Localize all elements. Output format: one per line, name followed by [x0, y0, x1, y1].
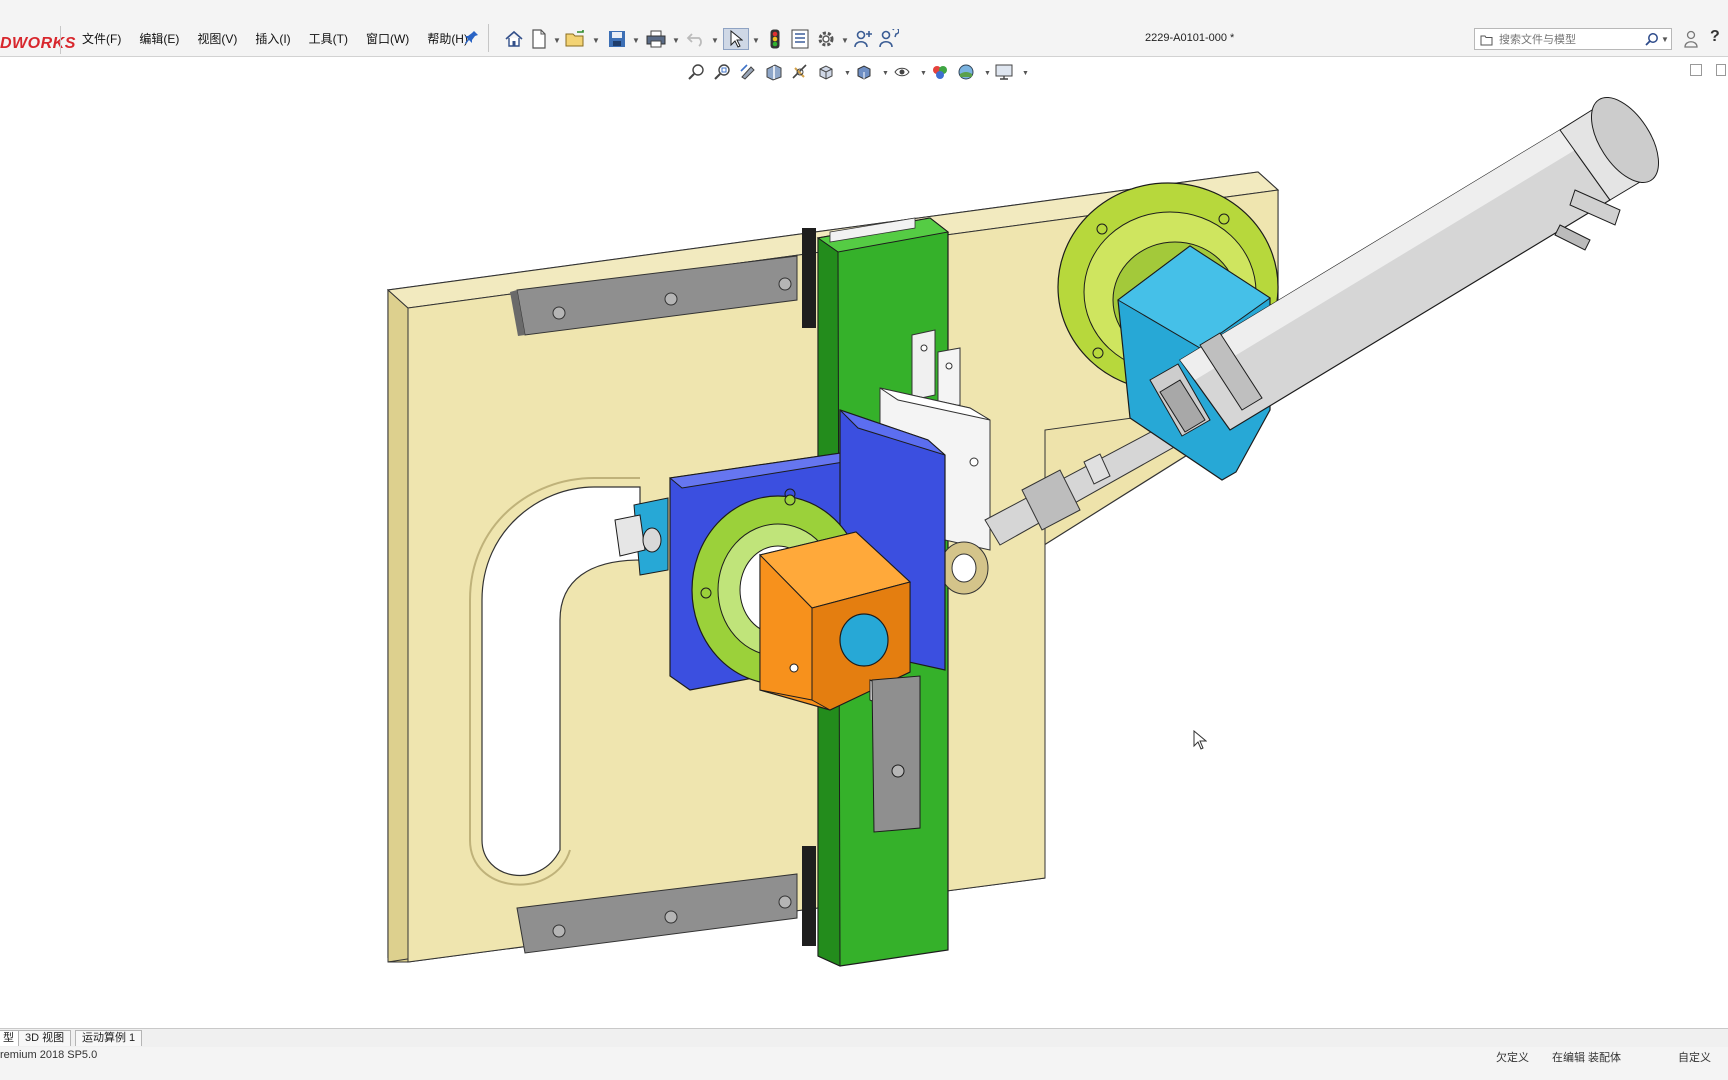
- status-bar: remium 2018 SP5.0 欠定义 在编辑 装配体 自定义: [0, 1047, 1728, 1080]
- options-gear-icon[interactable]: [815, 28, 837, 50]
- file-properties-icon[interactable]: [789, 28, 811, 50]
- user-help-icon[interactable]: [878, 28, 900, 50]
- menu-view[interactable]: 视图(V): [197, 30, 237, 50]
- print-icon[interactable]: [645, 28, 667, 50]
- help-question-icon[interactable]: ?: [1710, 28, 1720, 46]
- home-icon[interactable]: [503, 28, 525, 50]
- search-dropdown-arrow[interactable]: ▼: [1661, 35, 1669, 44]
- menu-window[interactable]: 窗口(W): [366, 30, 409, 50]
- title-menu-bar: DWORKS 文件(F) 编辑(E) 视图(V) 插入(I) 工具(T) 窗口(…: [0, 0, 1728, 57]
- options-dropdown-arrow[interactable]: ▼: [841, 36, 849, 45]
- menu-tools[interactable]: 工具(T): [309, 30, 348, 50]
- graphics-area[interactable]: [0, 57, 1728, 1027]
- menu-help[interactable]: 帮助(H): [427, 30, 468, 50]
- new-dropdown-arrow[interactable]: ▼: [553, 36, 561, 45]
- select-dropdown-arrow[interactable]: ▼: [752, 36, 760, 45]
- bottom-tab-bar: 型 3D 视图 运动算例 1: [0, 1028, 1728, 1048]
- version-text: remium 2018 SP5.0: [0, 1049, 98, 1061]
- search-icon[interactable]: [1645, 32, 1659, 51]
- guide-bracket[interactable]: [871, 675, 921, 833]
- menu-edit[interactable]: 编辑(E): [139, 30, 179, 50]
- save-dropdown-arrow[interactable]: ▼: [632, 36, 640, 45]
- separator: [60, 26, 61, 54]
- undo-dropdown-arrow[interactable]: ▼: [711, 36, 719, 45]
- open-dropdown-arrow[interactable]: ▼: [592, 36, 600, 45]
- search-input[interactable]: [1497, 31, 1641, 49]
- undo-icon[interactable]: [685, 28, 707, 50]
- new-document-icon[interactable]: [528, 28, 550, 50]
- pin-menu-icon[interactable]: [465, 30, 479, 46]
- traffic-light-icon[interactable]: [764, 28, 786, 50]
- rail-carriage-bottom[interactable]: [802, 846, 816, 946]
- rail-carriage-top[interactable]: [802, 228, 816, 328]
- open-folder-icon[interactable]: [565, 28, 587, 50]
- print-dropdown-arrow[interactable]: ▼: [672, 36, 680, 45]
- status-editing-assembly: 在编辑 装配体: [1552, 1052, 1622, 1064]
- tab-3d-view[interactable]: 3D 视图: [18, 1030, 72, 1046]
- main-menu: 文件(F) 编辑(E) 视图(V) 插入(I) 工具(T) 窗口(W) 帮助(H…: [82, 30, 486, 50]
- document-title: 2229-A0101-000 *: [1145, 32, 1235, 44]
- menu-file[interactable]: 文件(F): [82, 30, 121, 50]
- select-arrow-icon[interactable]: [723, 28, 749, 50]
- separator: [488, 24, 489, 52]
- user-account-icon[interactable]: [1684, 30, 1698, 53]
- rod-end-joint[interactable]: [939, 541, 989, 595]
- menu-insert[interactable]: 插入(I): [255, 30, 290, 50]
- tab-motion-study[interactable]: 运动算例 1: [75, 1030, 143, 1046]
- status-under-defined: 欠定义: [1496, 1052, 1529, 1064]
- user-assist-icon[interactable]: [853, 28, 875, 50]
- folder-icon: [1480, 33, 1493, 51]
- search-files-box[interactable]: ▼: [1474, 28, 1672, 50]
- save-icon[interactable]: [606, 28, 628, 50]
- status-custom[interactable]: 自定义: [1678, 1049, 1711, 1065]
- assembly-model[interactable]: [0, 57, 1728, 1027]
